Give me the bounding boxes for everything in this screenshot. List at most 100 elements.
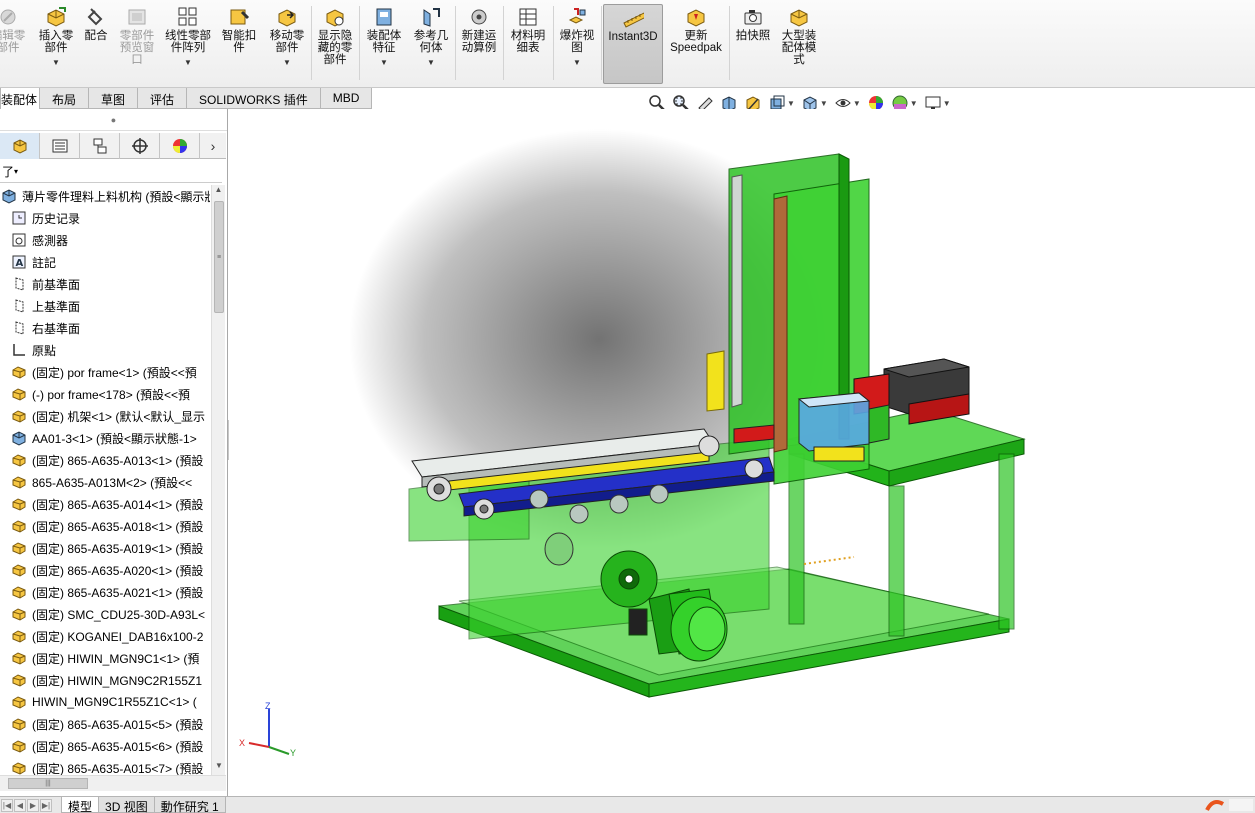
exploded-view-label: 爆炸视 图 — [559, 30, 595, 54]
smart-fasteners-label: 智能扣 件 — [221, 30, 257, 54]
tree-node[interactable]: (固定) 865-A635-A015<6> (預設 — [0, 735, 210, 757]
triad-x-label: X — [239, 738, 245, 748]
tree-node[interactable]: AA01-3<1> (預設<顯示狀態-1> — [0, 427, 210, 449]
tree-node-label: (固定) 865-A635-A013<1> (預設 — [32, 453, 204, 468]
tree-vertical-scrollbar[interactable]: ▲ ≡ ▼ — [211, 185, 225, 775]
large-assembly-icon — [788, 6, 810, 28]
take-snapshot-button[interactable]: 拍快照 — [731, 6, 775, 42]
chevron-down-icon[interactable]: ▼ — [283, 57, 291, 69]
tab-evaluate[interactable]: 评估 — [137, 88, 188, 109]
dimxpert-tab-icon[interactable] — [120, 133, 160, 159]
tree-node-label: 历史记录 — [32, 211, 81, 226]
configurationmanager-tab-icon[interactable] — [80, 133, 120, 159]
tab-3d-view[interactable]: 3D 视图 — [98, 797, 155, 813]
panel-grip[interactable]: ● — [0, 109, 227, 131]
motion-study-icon — [468, 6, 490, 28]
tree-node[interactable]: 865-A635-A013M<2> (預設<< — [0, 471, 210, 493]
new-motion-study-button[interactable]: 新建运 动算例 — [457, 6, 501, 54]
last-tab-arrow[interactable]: ▶| — [40, 798, 52, 812]
reference-geometry-icon — [420, 6, 442, 28]
insert-components-button[interactable]: 插入零 部件 ▼ — [34, 6, 78, 69]
chevron-down-icon[interactable]: ▼ — [52, 57, 60, 69]
previous-tab-arrow[interactable]: ◀ — [14, 798, 26, 812]
tree-node[interactable]: A 註記 — [0, 251, 210, 273]
tree-node[interactable]: 历史记录 — [0, 207, 210, 229]
snapshot-icon — [742, 6, 764, 28]
tree-node[interactable]: (固定) HIWIN_MGN9C2R155Z1 — [0, 669, 210, 691]
tree-node[interactable]: HIWIN_MGN9C1R55Z1C<1> ( — [0, 691, 210, 713]
tree-node[interactable]: 右基準面 — [0, 317, 210, 339]
smart-fasteners-button[interactable]: 智能扣 件 — [218, 6, 260, 54]
tree-node[interactable]: (固定) por frame<1> (預設<<預 — [0, 361, 210, 383]
tree-filter[interactable]: 了 ▾ — [0, 161, 222, 183]
chevron-right-icon[interactable]: › — [200, 133, 226, 159]
show-hidden-components-button[interactable]: 显示隐 藏的零 部件 — [313, 6, 357, 66]
tree-node[interactable]: 薄片零件理料上料机构 (預設<顯示狀 — [0, 185, 210, 207]
tree-node-label: (固定) por frame<1> (預設<<預 — [32, 365, 197, 380]
part-icon — [10, 605, 28, 623]
tree-node[interactable]: (固定) 865-A635-A018<1> (預設 — [0, 515, 210, 537]
chevron-down-icon[interactable]: ▼ — [184, 57, 192, 69]
tree-node[interactable]: 前基準面 — [0, 273, 210, 295]
exploded-view-button[interactable]: 爆炸视 图 ▼ — [555, 6, 599, 69]
tree-node[interactable]: 原點 — [0, 339, 210, 361]
display-manager-tab-icon[interactable] — [160, 133, 200, 159]
tree-node[interactable]: (-) por frame<178> (預設<<預 — [0, 383, 210, 405]
component-preview-button[interactable]: 零部件 预览窗 口 — [114, 6, 160, 66]
linear-pattern-icon — [177, 6, 199, 28]
edit-component-button[interactable]: 编辑零 部件 — [0, 6, 30, 54]
part-icon — [10, 759, 28, 775]
featuremanager-tab-icon[interactable] — [0, 133, 40, 159]
tree-node[interactable]: (固定) 机架<1> (默认<默认_显示 — [0, 405, 210, 427]
exploded-view-icon — [566, 6, 588, 28]
move-component-button[interactable]: 移动零 部件 ▼ — [264, 6, 310, 69]
assembly-features-button[interactable]: 装配体 特征 ▼ — [361, 6, 407, 69]
instant3d-button[interactable]: Instant3D — [603, 4, 663, 84]
tab-model[interactable]: 模型 — [61, 797, 100, 813]
tree-node[interactable]: 感測器 — [0, 229, 210, 251]
mate-button[interactable]: 配合 — [80, 6, 112, 42]
scroll-down-arrow[interactable]: ▼ — [212, 761, 226, 775]
tab-motion-study[interactable]: 動作研究 1 — [153, 797, 226, 813]
chevron-down-icon[interactable]: ▼ — [427, 57, 435, 69]
tree-node[interactable]: (固定) 865-A635-A015<7> (預設 — [0, 757, 210, 775]
chevron-down-icon[interactable]: ▼ — [573, 57, 581, 69]
graphics-area[interactable]: Z X Y — [229, 109, 1255, 796]
tab-assembly[interactable]: 装配体 — [0, 88, 40, 109]
tree-node-label: 感測器 — [32, 233, 69, 248]
reference-geometry-button[interactable]: 参考几 何体 ▼ — [409, 6, 453, 69]
next-tab-arrow[interactable]: ▶ — [27, 798, 39, 812]
tree-horizontal-scrollbar[interactable]: ||| — [0, 775, 226, 791]
tab-solidworks-addins[interactable]: SOLIDWORKS 插件 — [186, 88, 321, 109]
tree-node[interactable]: (固定) 865-A635-A020<1> (預設 — [0, 559, 210, 581]
scroll-up-arrow[interactable]: ▲ — [212, 185, 225, 199]
component-preview-label: 零部件 预览窗 口 — [119, 30, 155, 66]
chevron-down-icon[interactable]: ▼ — [380, 57, 388, 69]
bom-label: 材料明 细表 — [510, 30, 546, 54]
plane-icon — [10, 319, 28, 337]
tree-node-label: (-) por frame<178> (預設<<預 — [32, 387, 191, 402]
bill-of-materials-button[interactable]: 材料明 细表 — [505, 6, 551, 54]
propertymanager-tab-icon[interactable] — [40, 133, 80, 159]
tree-node[interactable]: (固定) SMC_CDU25-30D-A93L< — [0, 603, 210, 625]
tree-node[interactable]: (固定) 865-A635-A019<1> (預設 — [0, 537, 210, 559]
tree-node[interactable]: (固定) 865-A635-A021<1> (預設 — [0, 581, 210, 603]
large-assembly-label: 大型装 配体模 式 — [781, 30, 817, 66]
tree-node[interactable]: (固定) KOGANEI_DAB16x100-2 — [0, 625, 210, 647]
first-tab-arrow[interactable]: |◀ — [1, 798, 13, 812]
tree-node[interactable]: (固定) 865-A635-A015<5> (預設 — [0, 713, 210, 735]
scroll-thumb[interactable]: ≡ — [214, 201, 224, 313]
tab-layout[interactable]: 布局 — [39, 88, 90, 109]
tab-sketch[interactable]: 草图 — [88, 88, 139, 109]
tree-node[interactable]: 上基準面 — [0, 295, 210, 317]
assembly-model[interactable] — [229, 109, 1255, 796]
tree-node[interactable]: (固定) 865-A635-A014<1> (預設 — [0, 493, 210, 515]
update-speedpak-button[interactable]: 更新 Speedpak — [667, 6, 725, 54]
annotation-icon: A — [10, 253, 28, 271]
tab-mbd[interactable]: MBD — [319, 88, 373, 109]
scroll-thumb[interactable]: ||| — [8, 778, 88, 789]
linear-pattern-button[interactable]: 线性零部 件阵列 ▼ — [162, 6, 214, 69]
tree-node[interactable]: (固定) HIWIN_MGN9C1<1> (預 — [0, 647, 210, 669]
tree-node[interactable]: (固定) 865-A635-A013<1> (預設 — [0, 449, 210, 471]
large-assembly-mode-button[interactable]: 大型装 配体模 式 — [776, 6, 822, 66]
